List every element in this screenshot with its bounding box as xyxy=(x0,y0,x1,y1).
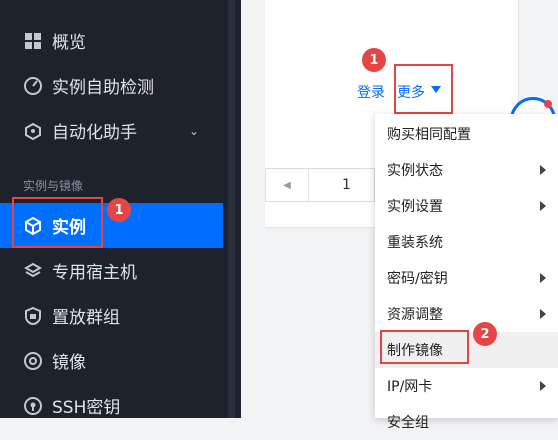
pagination: ◀ 1 xyxy=(265,168,375,202)
menu-item-security-group[interactable]: 安全组 xyxy=(375,404,558,440)
page-number[interactable]: 1 xyxy=(342,177,351,193)
sidebar-item-label: 置放群组 xyxy=(52,308,120,328)
prev-page-icon[interactable]: ◀ xyxy=(266,169,309,201)
menu-item-instance-settings[interactable]: 实例设置 xyxy=(375,188,558,224)
chevron-right-icon xyxy=(540,165,546,175)
chevron-right-icon xyxy=(540,381,546,391)
sidebar-scrollbar[interactable] xyxy=(228,0,235,418)
menu-item-label: 安全组 xyxy=(387,415,429,431)
gauge-icon xyxy=(23,76,43,96)
robot-icon xyxy=(23,121,43,141)
sidebar-item-label: 自动化助手 xyxy=(52,123,137,143)
menu-item-label: 重装系统 xyxy=(387,235,443,251)
grid-icon xyxy=(23,31,43,51)
sidebar-item-images[interactable]: 镜像 xyxy=(0,338,223,383)
create-image-highlight xyxy=(380,330,469,364)
menu-item-label: 资源调整 xyxy=(387,307,443,323)
sidebar-group-label: 实例与镜像 xyxy=(23,179,84,193)
sidebar-item-label: 概览 xyxy=(52,33,86,53)
menu-item-ip-nic[interactable]: IP/网卡 xyxy=(375,368,558,404)
sidebar-item-label: 镜像 xyxy=(52,353,86,373)
chevron-right-icon xyxy=(540,309,546,319)
step-marker-menu: 2 xyxy=(473,322,497,346)
sidebar-item-label: SSH密钥 xyxy=(52,398,121,418)
menu-item-label: 密码/密钥 xyxy=(387,271,448,287)
sidebar-item-overview[interactable]: 概览 xyxy=(0,18,223,63)
sidebar-highlight-box xyxy=(12,197,103,248)
menu-item-password-key[interactable]: 密码/密钥 xyxy=(375,260,558,296)
menu-item-label: 实例设置 xyxy=(387,199,443,215)
menu-item-label: 购买相同配置 xyxy=(387,127,471,143)
key-icon xyxy=(23,396,43,416)
menu-item-label: IP/网卡 xyxy=(387,379,433,395)
notification-dot xyxy=(544,100,552,108)
sidebar-item-placement-group[interactable]: 置放群组 xyxy=(0,293,223,338)
more-button-highlight xyxy=(394,64,453,114)
content-background xyxy=(265,228,375,418)
layers-icon xyxy=(23,261,43,281)
sidebar-item-dedicated-host[interactable]: 专用宿主机 xyxy=(0,248,223,293)
step-marker-more: 1 xyxy=(362,48,386,72)
sidebar-item-label: 实例自助检测 xyxy=(52,78,154,98)
menu-item-buy-same[interactable]: 购买相同配置 xyxy=(375,116,558,152)
chevron-right-icon xyxy=(540,273,546,283)
menu-item-resource-adjust[interactable]: 资源调整 xyxy=(375,296,558,332)
sidebar-item-ssh-keys[interactable]: SSH密钥 xyxy=(0,383,223,428)
shield-cube-icon xyxy=(23,306,43,326)
sidebar-item-label: 专用宿主机 xyxy=(52,263,137,283)
disc-icon xyxy=(23,351,43,371)
more-dropdown-menu: 购买相同配置 实例状态 实例设置 重装系统 密码/密钥 资源调整 制作镜像 IP… xyxy=(375,114,558,431)
menu-item-reinstall[interactable]: 重装系统 xyxy=(375,224,558,260)
chevron-down-icon[interactable]: ⌄ xyxy=(189,124,199,138)
sidebar-item-automation[interactable]: 自动化助手 ⌄ xyxy=(0,108,223,153)
sidebar-item-self-check[interactable]: 实例自助检测 xyxy=(0,63,223,108)
menu-item-instance-status[interactable]: 实例状态 xyxy=(375,152,558,188)
chevron-right-icon xyxy=(540,201,546,211)
step-marker-sidebar: 1 xyxy=(107,198,131,222)
login-link[interactable]: 登录 xyxy=(357,82,385,102)
menu-item-label: 实例状态 xyxy=(387,163,443,179)
